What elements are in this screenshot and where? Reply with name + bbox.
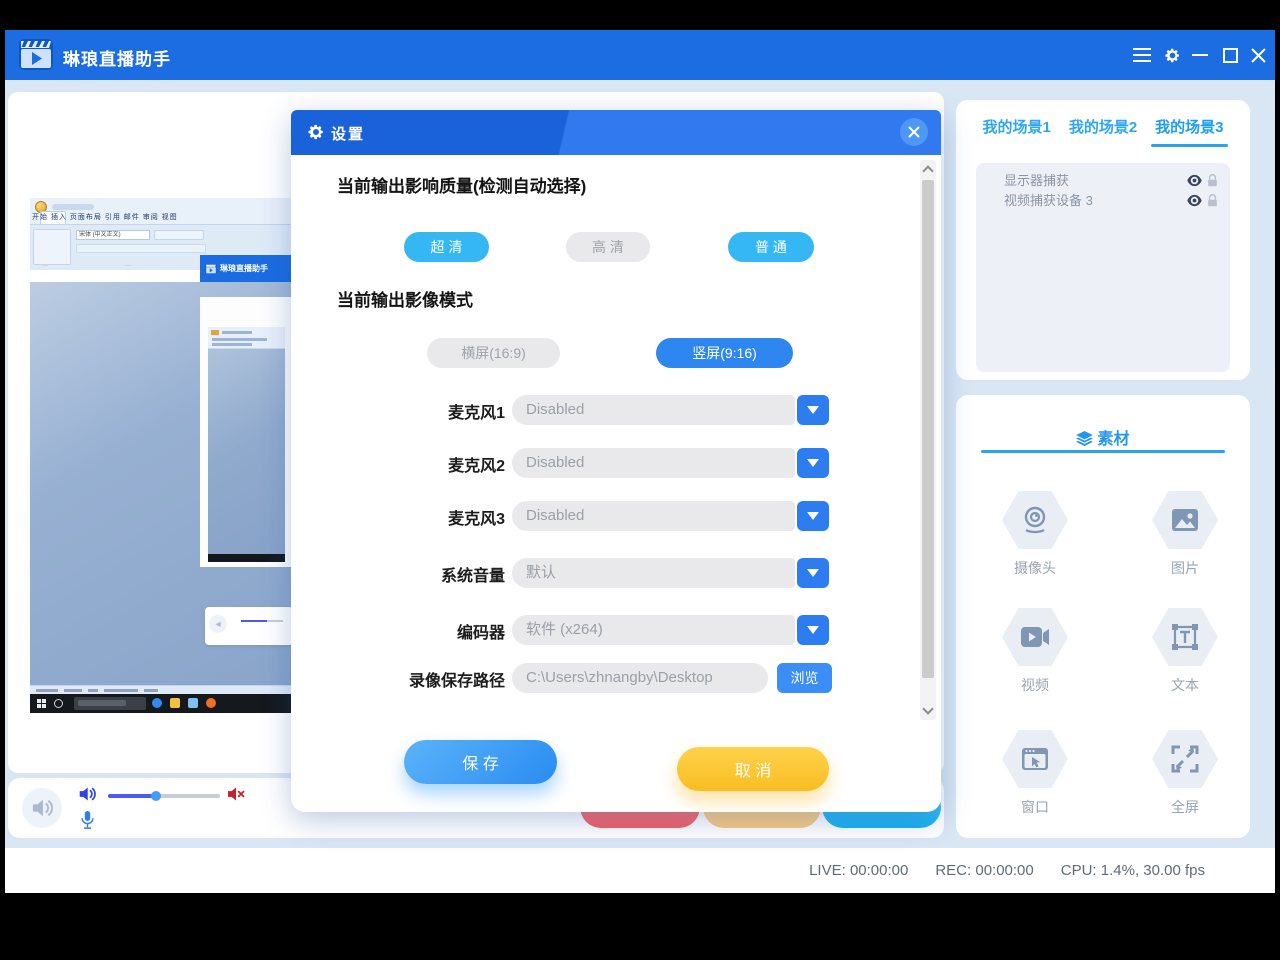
quality-option-normal[interactable]: 普 通 — [728, 232, 814, 262]
system-volume-row: 系统音量 默认 — [291, 558, 941, 588]
source-name: 显示器捕获 — [1004, 173, 1069, 188]
tab-scene-1[interactable]: 我的场景1 — [982, 116, 1050, 147]
text-icon — [1152, 608, 1218, 666]
minimize-icon[interactable] — [1187, 43, 1213, 67]
scrollbar-thumb[interactable] — [922, 180, 934, 678]
browse-button[interactable]: 浏览 — [777, 663, 832, 693]
captured-taskbar — [30, 694, 293, 713]
encoder-label: 编码器 — [291, 619, 505, 643]
status-bar: LIVE: 00:00:00 REC: 00:00:00 CPU: 1.4%, … — [5, 848, 1275, 893]
save-path-label: 录像保存路径 — [291, 667, 505, 691]
system-volume-label: 系统音量 — [291, 562, 505, 586]
scenes-panel: 我的场景1 我的场景2 我的场景3 显示器捕获 视频捕获设备 3 — [956, 100, 1250, 380]
mic2-select[interactable]: Disabled — [512, 448, 795, 478]
mic1-select[interactable]: Disabled — [512, 395, 795, 425]
visibility-eye-icon[interactable] — [1187, 194, 1202, 207]
source-name: 视频捕获设备 3 — [1004, 193, 1093, 208]
mic3-dropdown-icon[interactable] — [797, 501, 829, 531]
dialog-scrollbar[interactable] — [920, 160, 936, 720]
mode-heading: 当前输出影像模式 — [337, 286, 473, 311]
quality-option-hd[interactable]: 高 清 — [566, 232, 650, 262]
tab-scene-3[interactable]: 我的场景3 — [1155, 116, 1223, 147]
source-list: 显示器捕获 视频捕获设备 3 — [976, 163, 1230, 372]
image-icon — [1152, 491, 1218, 549]
scroll-down-icon[interactable] — [922, 703, 933, 714]
dialog-title: 设置 — [331, 123, 365, 144]
menu-icon[interactable] — [1129, 43, 1155, 67]
materials-heading: 素材 — [956, 425, 1250, 449]
mic3-label: 麦克风3 — [291, 505, 505, 529]
display-capture-preview: 开始 插入 页面布局 引用 邮件 审阅 视图 宋体 (中文正文) ··· ···… — [30, 198, 293, 713]
live-timer: LIVE: 00:00:00 — [809, 862, 908, 879]
nested-capture-preview — [208, 327, 285, 562]
source-row-video-device[interactable]: 视频捕获设备 3 — [986, 191, 1220, 211]
material-window[interactable]: 窗口 — [980, 730, 1090, 817]
title-bar: 琳琅直播助手 — [5, 30, 1275, 80]
dialog-header: 设置 — [291, 110, 941, 155]
word-font-box: 宋体 (中文正文) — [76, 230, 150, 240]
save-button[interactable]: 保 存 — [404, 740, 557, 784]
word-ribbon-tabs: 开始 插入 页面布局 引用 邮件 审阅 视图 — [32, 212, 293, 224]
material-image[interactable]: 图片 — [1130, 491, 1240, 578]
lock-icon[interactable] — [1207, 194, 1218, 207]
mic1-row: 麦克风1 Disabled — [291, 395, 941, 425]
app-title: 琳琅直播助手 — [63, 45, 171, 70]
save-path-row: 录像保存路径 C:\Users\zhnangby\Desktop 浏览 — [291, 663, 941, 693]
lock-icon[interactable] — [1207, 174, 1218, 187]
mic1-dropdown-icon[interactable] — [797, 395, 829, 425]
mode-option-landscape[interactable]: 横屏(16:9) — [427, 338, 560, 368]
rec-timer: REC: 00:00:00 — [935, 862, 1033, 879]
tab-scene-2[interactable]: 我的场景2 — [1069, 116, 1137, 147]
dialog-gear-icon — [307, 123, 325, 141]
system-volume-dropdown-icon[interactable] — [797, 558, 829, 588]
captured-app-titlebar: 琳琅直播助手 — [200, 255, 293, 282]
app-window: 琳琅直播助手 开始 插入 页面布局 引用 邮件 审阅 视图 — [5, 30, 1275, 893]
source-row-display-capture[interactable]: 显示器捕获 — [986, 171, 1220, 191]
material-video[interactable]: 视频 — [980, 608, 1090, 695]
encoder-row: 编码器 软件 (x264) — [291, 615, 941, 645]
visibility-eye-icon[interactable] — [1187, 174, 1202, 187]
app-logo-icon — [19, 39, 53, 70]
quality-option-uhd[interactable]: 超 清 — [404, 232, 489, 262]
settings-gear-icon[interactable] — [1159, 43, 1185, 67]
volume-slider[interactable] — [108, 794, 220, 798]
mode-option-portrait[interactable]: 竖屏(9:16) — [656, 338, 793, 368]
cancel-button[interactable]: 取 消 — [677, 747, 829, 791]
window-icon — [1002, 730, 1068, 788]
system-volume-select[interactable]: 默认 — [512, 558, 795, 588]
material-webcam[interactable]: 摄像头 — [980, 491, 1090, 578]
mic2-row: 麦克风2 Disabled — [291, 448, 941, 478]
encoder-dropdown-icon[interactable] — [797, 615, 829, 645]
nested-volume-bar: ◄ — [205, 607, 293, 645]
microphone-icon[interactable] — [81, 811, 94, 829]
master-speaker-icon[interactable] — [22, 788, 62, 828]
scene-tabs: 我的场景1 我的场景2 我的场景3 — [956, 116, 1250, 147]
mic1-label: 麦克风1 — [291, 399, 505, 423]
fullscreen-icon — [1152, 730, 1218, 788]
encoder-select[interactable]: 软件 (x264) — [512, 615, 795, 645]
cpu-fps: CPU: 1.4%, 30.00 fps — [1061, 862, 1205, 879]
materials-panel: 素材 摄像头 图片 视频 文本 — [956, 395, 1250, 838]
dialog-close-icon[interactable] — [900, 118, 928, 146]
webcam-icon — [1002, 491, 1068, 549]
save-path-input[interactable]: C:\Users\zhnangby\Desktop — [512, 663, 768, 693]
speaker-icon[interactable] — [78, 786, 96, 802]
mic3-row: 麦克风3 Disabled — [291, 501, 941, 531]
settings-dialog: 设置 当前输出影响质量(检测自动选择) 超 清 高 清 普 通 当前输出影像模式… — [291, 110, 941, 812]
material-fullscreen[interactable]: 全屏 — [1130, 730, 1240, 817]
maximize-icon[interactable] — [1217, 43, 1243, 67]
captured-app-title: 琳琅直播助手 — [220, 263, 268, 274]
muted-speaker-icon[interactable] — [226, 786, 246, 802]
layers-icon — [1076, 431, 1093, 446]
video-icon — [1002, 608, 1068, 666]
volume-slider-handle[interactable] — [151, 791, 161, 801]
scroll-up-icon[interactable] — [922, 165, 933, 176]
mic2-dropdown-icon[interactable] — [797, 448, 829, 478]
quality-heading: 当前输出影响质量(检测自动选择) — [337, 172, 586, 197]
mic3-select[interactable]: Disabled — [512, 501, 795, 531]
material-text[interactable]: 文本 — [1130, 608, 1240, 695]
mic2-label: 麦克风2 — [291, 452, 505, 476]
close-window-icon[interactable] — [1245, 43, 1271, 67]
